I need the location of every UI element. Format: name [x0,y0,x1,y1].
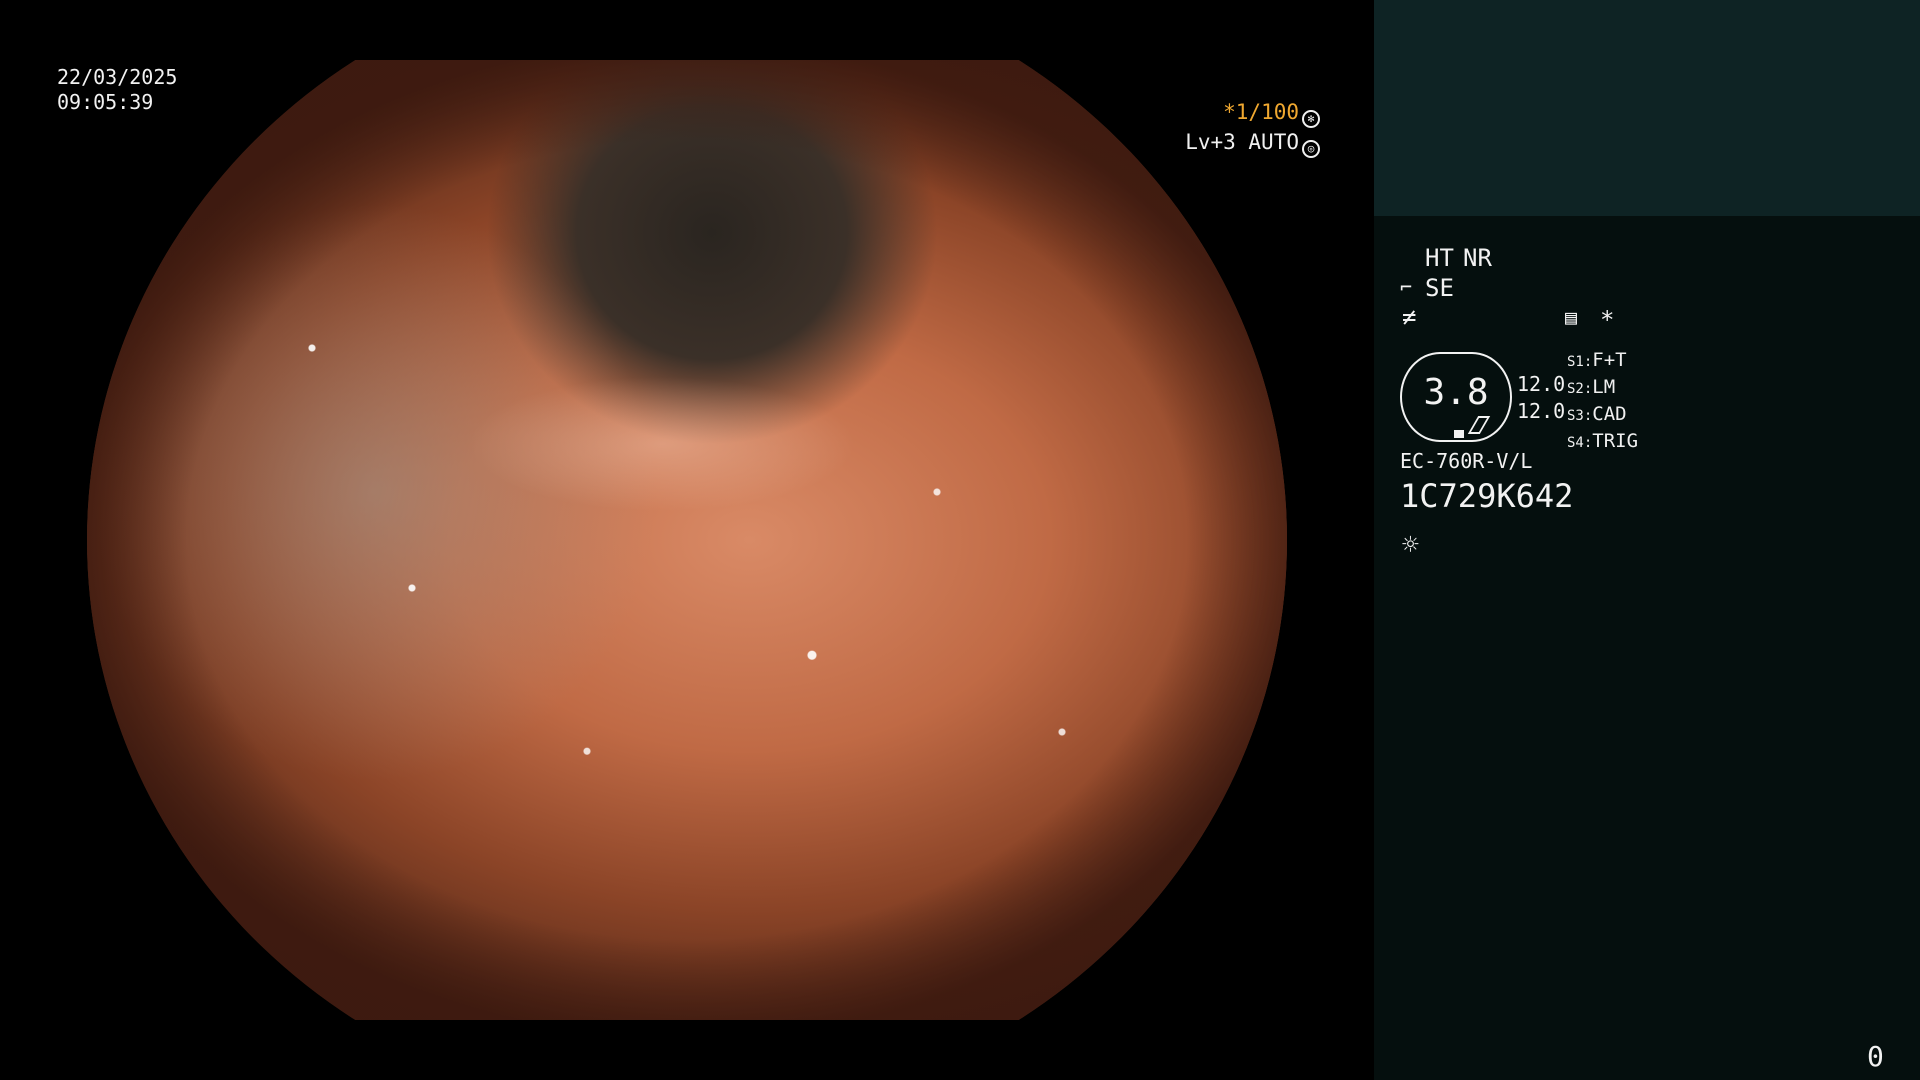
gauge-value: 3.8 [1423,372,1489,413]
switch-list: S1:F+T S2:LM S3:CAD S4:TRIG [1567,348,1638,456]
status-panel [1374,0,1920,1080]
sun-icon: ☼ [1402,528,1419,561]
side-value-1: 12.0 [1517,372,1566,396]
switch-row: S1:F+T [1567,349,1627,371]
settings-panel-icon: ▤ [1565,305,1578,329]
aperture-icon: ✻ [1302,110,1320,128]
image-counter: 0 [1867,1040,1884,1073]
nr-label: NR [1463,244,1492,272]
gauge-indicator [1467,416,1491,434]
exposure-info: *1/100 ✻ Lv+3 AUTO ◎ [1150,98,1320,158]
not-equal-icon: ≠ [1402,303,1417,331]
se-label: SE [1425,274,1454,302]
switch-row: S4:TRIG [1567,430,1639,452]
endoscope-video: 22/03/2025 09:05:39 [0,0,1374,1080]
endoscope-image [87,60,1287,1020]
scope-serial: 1C729K642 [1400,477,1574,515]
datetime: 22/03/2025 09:05:39 [57,65,177,115]
panel-header-area [1374,0,1920,216]
brightness-gauge: 3.8 [1400,352,1512,442]
gauge-marker [1454,430,1464,438]
switch-row: S2:LM [1567,376,1616,398]
scope-tip-icon: ⌐ [1400,275,1413,299]
side-value-2: 12.0 [1517,399,1566,423]
ht-label: HT [1425,244,1454,272]
auto-exposure-icon: ◎ [1302,140,1320,158]
asterisk-label: * [1600,306,1615,334]
scope-model: EC-760R-V/L [1400,449,1533,473]
shutter-speed: *1/100 [1223,100,1299,124]
time: 09:05:39 [57,90,154,114]
date: 22/03/2025 [57,65,178,89]
switch-row: S3:CAD [1567,403,1627,425]
level-auto: Lv+3 AUTO [1185,130,1299,154]
